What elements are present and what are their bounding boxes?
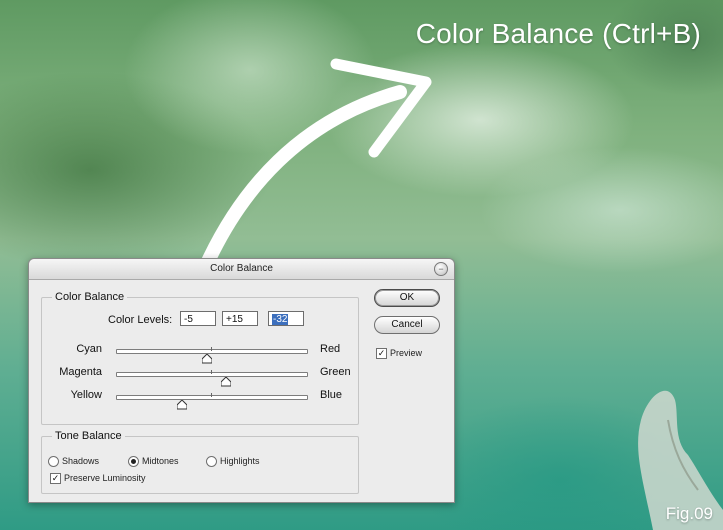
checkmark-icon[interactable]: ✓ — [50, 473, 61, 485]
center-tick — [211, 370, 212, 374]
cyan-red-slider-track[interactable] — [116, 347, 308, 364]
slider-row-yellow-blue: Yellow Blue — [42, 388, 358, 410]
slider-label-yellow: Yellow — [70, 389, 102, 401]
tone-balance-group: Tone Balance Shadows Midtones Highlights… — [41, 430, 359, 494]
checkmark-icon[interactable]: ✓ — [376, 348, 387, 360]
slider-label-cyan: Cyan — [76, 343, 102, 355]
artwork-canvas: Color Balance (Ctrl+B) Fig.09 Color Bala… — [0, 0, 723, 530]
slider-label-green: Green — [320, 366, 351, 378]
color-balance-dialog: Color Balance − Color Balance Color Leve… — [28, 258, 455, 503]
radio-midtones[interactable]: Midtones — [128, 456, 179, 468]
preview-checkbox[interactable]: ✓ Preview — [376, 348, 422, 360]
radio-highlights-icon[interactable] — [206, 456, 217, 468]
center-tick — [211, 347, 212, 351]
slider-label-magenta: Magenta — [59, 366, 102, 378]
level-magenta-green-input[interactable]: +15 — [222, 311, 258, 326]
slider-label-red: Red — [320, 343, 341, 355]
radio-shadows-icon[interactable] — [48, 456, 59, 468]
figure-title: Color Balance (Ctrl+B) — [415, 18, 701, 49]
radio-midtones-icon[interactable] — [128, 456, 139, 468]
yellow-blue-slider-track[interactable] — [116, 393, 308, 410]
slider-row-magenta-green: Magenta Green — [42, 365, 358, 387]
color-balance-group: Color Balance Color Levels: -5 +15 -32 C… — [41, 291, 359, 425]
level-yellow-blue-input[interactable]: -32 — [268, 311, 304, 326]
level-cyan-red-input[interactable]: -5 — [180, 311, 216, 326]
center-tick — [211, 393, 212, 397]
preserve-luminosity-checkbox[interactable]: ✓ Preserve Luminosity — [50, 473, 146, 485]
figure-label: Fig.09 — [665, 504, 713, 523]
slider-label-blue: Blue — [320, 389, 343, 401]
color-levels-label: Color Levels: — [108, 314, 173, 326]
cancel-button[interactable]: Cancel — [374, 316, 440, 334]
magenta-green-slider-track[interactable] — [116, 370, 308, 387]
radio-shadows[interactable]: Shadows — [48, 456, 99, 468]
radio-highlights[interactable]: Highlights — [206, 456, 260, 468]
ok-button[interactable]: OK — [374, 289, 440, 307]
slider-row-cyan-red: Cyan Red — [42, 342, 358, 364]
dialog-titlebar[interactable]: Color Balance − — [29, 259, 454, 280]
color-balance-legend: Color Balance — [52, 291, 128, 303]
collapse-button[interactable]: − — [434, 262, 448, 276]
tone-balance-legend: Tone Balance — [52, 430, 125, 442]
dialog-title: Color Balance — [210, 263, 273, 274]
